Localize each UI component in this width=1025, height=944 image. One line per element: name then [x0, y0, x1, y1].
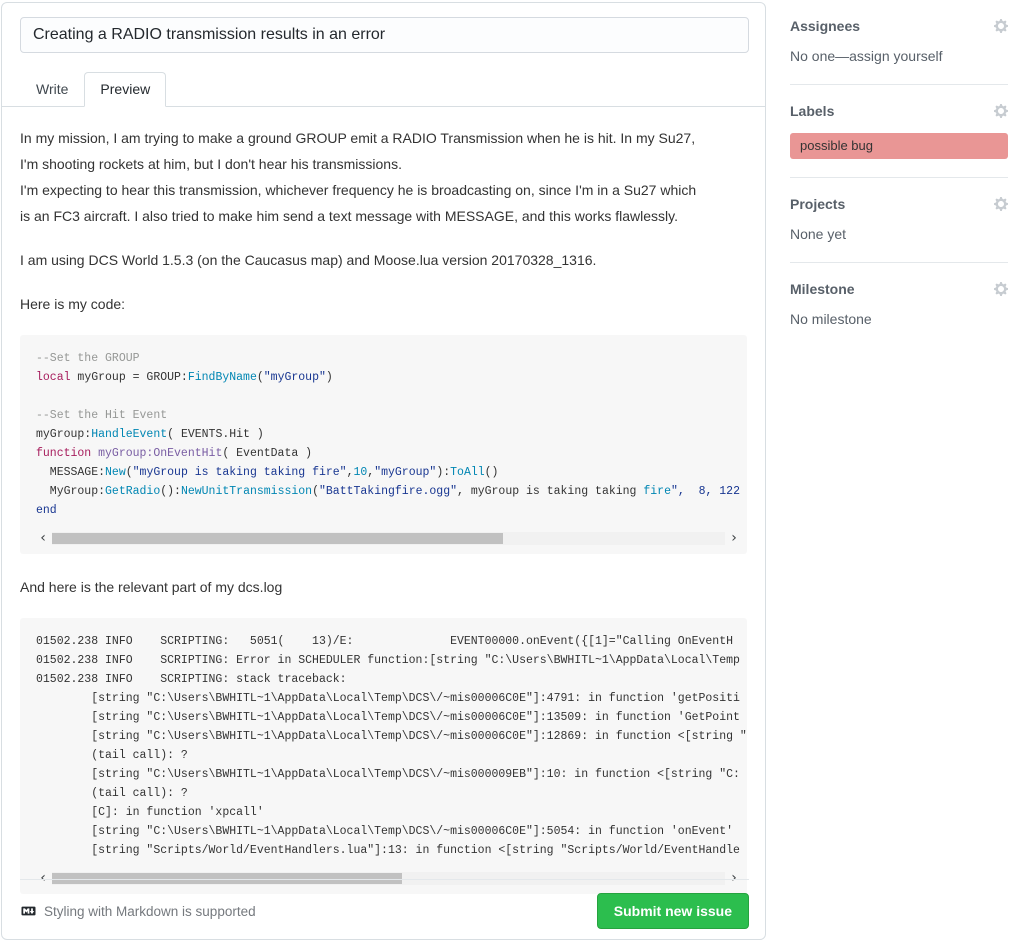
preview-paragraph-1: In my mission, I am trying to make a gro…	[20, 125, 747, 229]
issue-title-row	[2, 3, 765, 53]
submit-new-issue-button[interactable]: Submit new issue	[597, 893, 749, 929]
code-line: myGroup:HandleEvent( EVENTS.Hit )	[36, 425, 747, 444]
preview-paragraph-3: Here is my code:	[20, 291, 747, 317]
code-line: --Set the Hit Event	[36, 406, 747, 425]
projects-empty-text: None yet	[790, 224, 1008, 244]
lua-scrollbar-thumb[interactable]	[52, 533, 503, 544]
preview-paragraph-2: I am using DCS World 1.5.3 (on the Cauca…	[20, 247, 747, 273]
milestone-empty-text: No milestone	[790, 309, 1008, 329]
code-line: end	[36, 501, 747, 520]
preview-content: In my mission, I am trying to make a gro…	[2, 107, 765, 894]
code-line: local myGroup = GROUP:FindByName("myGrou…	[36, 368, 747, 387]
log-line: [C]: in function 'xpcall'	[36, 803, 747, 822]
gear-icon[interactable]	[994, 18, 1008, 34]
code-block-lua: --Set the GROUPlocal myGroup = GROUP:Fin…	[20, 335, 747, 554]
assignees-empty-text[interactable]: No one—assign yourself	[790, 46, 1008, 66]
lua-code-lines: --Set the GROUPlocal myGroup = GROUP:Fin…	[36, 349, 747, 520]
code-block-log: 01502.238 INFO SCRIPTING: 5051( 13)/E: E…	[20, 618, 747, 894]
chevron-right-icon[interactable]: ›	[727, 529, 741, 547]
log-line: (tail call): ?	[36, 746, 747, 765]
sidebar-section-milestone: Milestone No milestone	[790, 263, 1008, 347]
assignees-heading: Assignees	[790, 18, 860, 34]
issue-title-input[interactable]	[20, 17, 749, 53]
log-line: 01502.238 INFO SCRIPTING: stack tracebac…	[36, 670, 747, 689]
code-line: MESSAGE:New("myGroup is taking taking fi…	[36, 463, 747, 482]
log-line: [string "C:\Users\BWHITL~1\AppData\Local…	[36, 708, 747, 727]
gear-icon[interactable]	[994, 103, 1008, 119]
editor-tabbar: Write Preview	[2, 70, 765, 107]
milestone-heading: Milestone	[790, 281, 855, 297]
form-footer: Styling with Markdown is supported Submi…	[20, 879, 749, 929]
label-chip-possible-bug[interactable]: possible bug	[790, 133, 1008, 159]
projects-heading: Projects	[790, 196, 845, 212]
lua-horizontal-scrollbar[interactable]: ‹ ›	[36, 528, 747, 548]
gear-icon[interactable]	[994, 196, 1008, 212]
code-line	[36, 387, 747, 406]
code-line: function myGroup:OnEventHit( EventData )	[36, 444, 747, 463]
labels-heading: Labels	[790, 103, 834, 119]
sidebar-section-labels: Labels possible bug	[790, 85, 1008, 178]
gear-icon[interactable]	[994, 281, 1008, 297]
log-line: [string "C:\Users\BWHITL~1\AppData\Local…	[36, 822, 747, 841]
code-line: MyGroup:GetRadio():NewUnitTransmission("…	[36, 482, 747, 501]
code-line: --Set the GROUP	[36, 349, 747, 368]
markdown-icon	[20, 904, 37, 918]
lua-scrollbar-track[interactable]	[52, 532, 725, 545]
discussion-sidebar: Assignees No one—assign yourself Labels …	[790, 0, 1008, 347]
markdown-note-text: Styling with Markdown is supported	[44, 904, 256, 919]
log-line: [string "Scripts/World/EventHandlers.lua…	[36, 841, 747, 860]
log-line: [string "C:\Users\BWHITL~1\AppData\Local…	[36, 765, 747, 784]
log-line: [string "C:\Users\BWHITL~1\AppData\Local…	[36, 689, 747, 708]
preview-paragraph-4: And here is the relevant part of my dcs.…	[20, 574, 747, 600]
tab-write[interactable]: Write	[20, 72, 84, 106]
log-code-lines: 01502.238 INFO SCRIPTING: 5051( 13)/E: E…	[36, 632, 747, 860]
log-line: 01502.238 INFO SCRIPTING: 5051( 13)/E: E…	[36, 632, 747, 651]
chevron-left-icon[interactable]: ‹	[36, 529, 50, 547]
log-line: 01502.238 INFO SCRIPTING: Error in SCHED…	[36, 651, 747, 670]
sidebar-section-projects: Projects None yet	[790, 178, 1008, 263]
sidebar-section-assignees: Assignees No one—assign yourself	[790, 0, 1008, 85]
log-line: (tail call): ?	[36, 784, 747, 803]
new-issue-form-card: Write Preview In my mission, I am trying…	[1, 2, 766, 940]
log-line: [string "C:\Users\BWHITL~1\AppData\Local…	[36, 727, 747, 746]
tab-preview[interactable]: Preview	[84, 72, 166, 107]
markdown-supported-link[interactable]: Styling with Markdown is supported	[20, 904, 256, 919]
